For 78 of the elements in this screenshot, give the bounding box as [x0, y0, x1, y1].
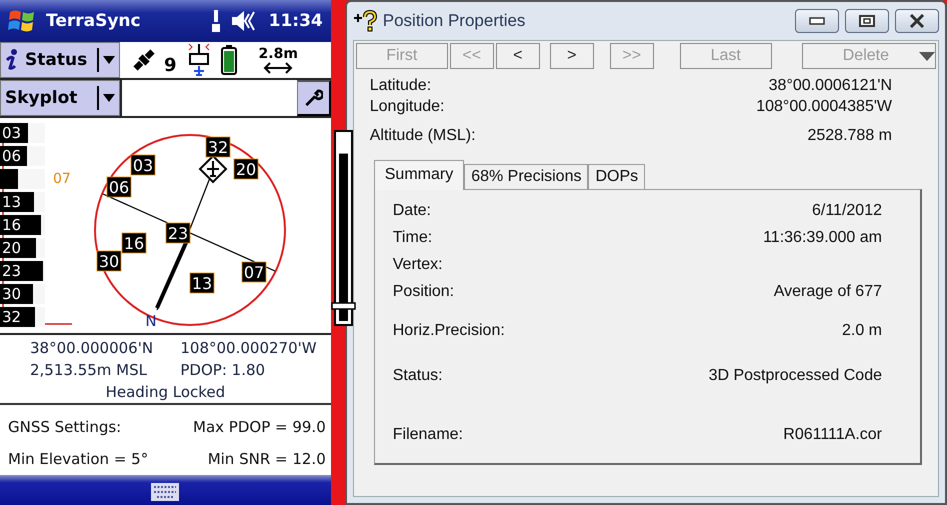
satellite-count: 9	[164, 54, 177, 76]
summary-value: 3D Postprocessed Code	[708, 367, 882, 386]
snr-bar: 32	[0, 307, 36, 327]
longitude-value: 108°00.000270'W	[180, 338, 318, 359]
maximize-button[interactable]	[845, 9, 889, 33]
summary-label: Vertex:	[392, 256, 444, 275]
snr-bar: 30	[0, 284, 33, 304]
close-icon	[909, 14, 925, 28]
app-title: TerraSync	[46, 11, 141, 31]
summary-label: Status:	[392, 367, 444, 386]
snr-label: 07	[53, 171, 71, 187]
restore-icon	[859, 15, 875, 27]
satellite-icon	[132, 48, 156, 72]
keyboard-icon[interactable]	[151, 483, 180, 501]
connection-icon[interactable]	[210, 10, 221, 32]
minimize-icon	[809, 17, 825, 25]
settings-title: GNSS Settings:	[8, 417, 122, 438]
tab[interactable]: Summary	[374, 160, 464, 190]
satellite-marker: 20	[234, 158, 258, 180]
field-label: Latitude:	[370, 77, 432, 95]
satellite-marker: 16	[122, 232, 146, 254]
view-dropdown[interactable]: Skyplot	[0, 80, 120, 116]
summary-label: Horiz.Precision:	[392, 322, 506, 341]
close-button[interactable]	[895, 9, 939, 33]
snr-bar: 16	[0, 215, 40, 235]
summary-value: 6/11/2012	[811, 202, 882, 221]
plus-question-icon	[352, 10, 377, 32]
summary-label: Position:	[392, 283, 456, 302]
satellite-marker: 32	[206, 136, 230, 158]
window-title: Position Properties	[382, 11, 526, 31]
summary-value: R061111A.cor	[782, 426, 882, 445]
satellite-marker: 06	[106, 176, 132, 198]
summary-value: Average of 677	[772, 283, 882, 302]
max-pdop-setting: Max PDOP = 99.0	[193, 417, 326, 438]
north-label: N	[145, 312, 157, 330]
summary-label: Filename:	[392, 426, 464, 445]
caret-icon	[103, 56, 115, 64]
field-label: Longitude:	[370, 98, 446, 116]
summary-label: Date:	[392, 202, 432, 221]
nav-button[interactable]: <	[496, 43, 540, 69]
snr-bar: 20	[0, 238, 36, 258]
satellite-marker: 23	[166, 222, 190, 244]
settings-button[interactable]	[296, 80, 331, 116]
satellite-marker: 07	[242, 262, 266, 282]
snr-bar: 06	[0, 146, 27, 166]
snr-bar: 03	[0, 123, 28, 143]
battery-icon	[220, 45, 237, 75]
clock-time[interactable]: 11:34	[268, 11, 323, 31]
info-icon	[5, 48, 19, 72]
accuracy-value: 2.8m	[258, 46, 298, 62]
altitude-value: 2,513.55m MSL	[30, 360, 148, 381]
double-arrow-icon	[263, 62, 294, 74]
field-value: 38°00.0006121'N	[768, 77, 892, 95]
tab[interactable]: 68% Precisions	[464, 164, 588, 189]
field-value: 108°00.0004385'W	[756, 98, 892, 116]
summary-label: Time:	[392, 229, 434, 248]
summary-value: 2.0 m	[840, 322, 882, 341]
min-snr-setting: Min SNR = 12.0	[206, 449, 326, 470]
heading-status: Heading Locked	[104, 382, 226, 403]
satellite-marker: 03	[130, 154, 156, 176]
field-value: 2528.788 m	[806, 126, 892, 145]
pdop-value: PDOP: 1.80	[180, 360, 266, 381]
satellite-marker: 13	[190, 272, 214, 294]
windows-logo-icon	[8, 8, 36, 34]
nav-button[interactable]: >	[550, 43, 594, 69]
caret-icon	[919, 52, 935, 60]
caret-icon	[103, 94, 115, 102]
minimize-button[interactable]	[795, 9, 839, 33]
satellite-marker: 30	[96, 250, 122, 272]
tab[interactable]: DOPs	[588, 164, 646, 189]
latitude-value: 38°00.000006'N	[30, 338, 154, 359]
min-elevation-setting: Min Elevation = 5°	[8, 449, 150, 470]
elevation-slider[interactable]	[331, 130, 356, 326]
field-label: Altitude (MSL):	[370, 126, 477, 145]
snr-bar: 13	[0, 192, 34, 212]
summary-value: 11:36:39.000 am	[762, 229, 882, 248]
snr-bar: 23	[0, 261, 43, 281]
status-dropdown[interactable]: Status	[0, 42, 120, 78]
